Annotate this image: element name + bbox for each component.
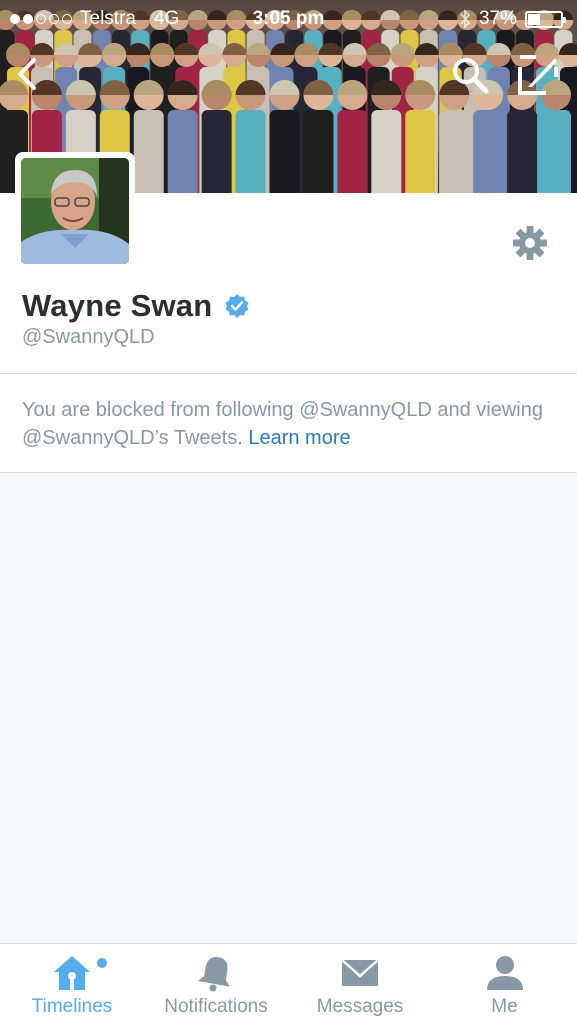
battery-percent: 37%	[478, 8, 517, 29]
search-icon[interactable]	[450, 55, 490, 95]
tab-me[interactable]: Me	[432, 944, 577, 1025]
settings-gear-icon[interactable]	[512, 225, 548, 261]
bluetooth-icon	[460, 9, 471, 29]
tab-label: Notifications	[164, 996, 268, 1017]
new-content-dot	[97, 958, 107, 968]
tab-label: Timelines	[31, 996, 113, 1017]
profile-name: Wayne Swan	[22, 288, 213, 323]
status-bar: Telstra 4G 3:05 pm 37%	[0, 0, 577, 38]
bottom-tab-bar: Timelines Notifications Messages Me	[0, 943, 577, 1025]
learn-more-link[interactable]: Learn more	[248, 427, 350, 449]
battery-icon	[525, 10, 566, 28]
avatar-frame[interactable]	[15, 152, 135, 270]
tab-messages[interactable]: Messages	[288, 944, 432, 1025]
house-icon	[54, 956, 90, 990]
tab-notifications[interactable]: Notifications	[144, 944, 288, 1025]
envelope-icon	[341, 959, 379, 986]
blocked-notice: You are blocked from following @SwannyQL…	[0, 374, 577, 473]
verified-badge-icon	[225, 294, 249, 318]
tab-label: Messages	[316, 996, 404, 1017]
compose-icon[interactable]	[516, 53, 560, 97]
profile-name-row: Wayne Swan	[22, 288, 250, 324]
avatar	[21, 158, 129, 264]
back-chevron-icon[interactable]	[10, 56, 46, 92]
tab-timelines[interactable]: Timelines	[0, 944, 144, 1025]
tab-label: Me	[491, 996, 518, 1017]
profile-photo	[21, 158, 129, 264]
profile-handle: @SwannyQLD	[22, 326, 155, 348]
person-icon	[486, 956, 523, 990]
bell-icon	[198, 956, 230, 992]
